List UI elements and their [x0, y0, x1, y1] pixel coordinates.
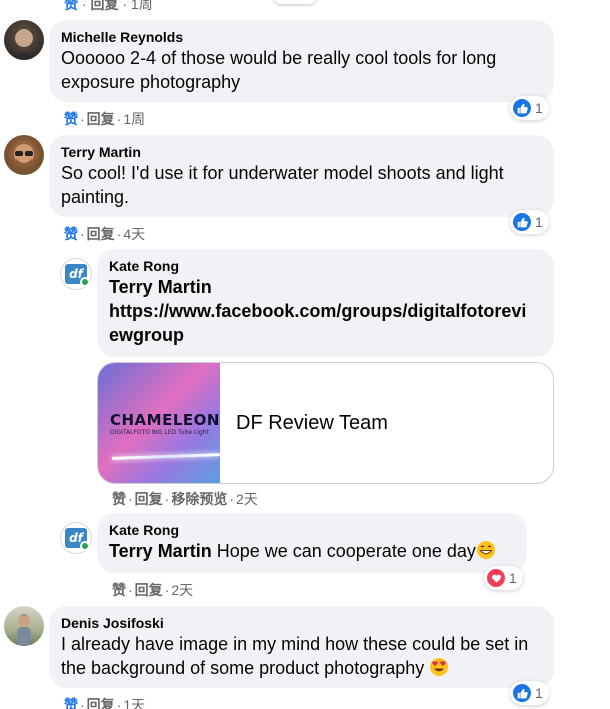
preview-image-subtitle: DIGITALFOTO BIG LED Tube Light [110, 429, 209, 436]
avatar[interactable] [4, 135, 44, 175]
comment-author[interactable]: Denis Josifoski [61, 614, 542, 632]
grinning-emoji-icon [476, 541, 495, 559]
link-preview-title[interactable]: DF Review Team [220, 363, 404, 483]
like-button[interactable]: 赞 [112, 582, 126, 598]
reply-author[interactable]: Kate Rong [109, 521, 515, 539]
heart-eyes-emoji-icon [430, 658, 449, 676]
comment-actions: 赞 · 回复 · 4天 [64, 226, 146, 242]
preview-image-title: CHAMELEON [110, 411, 220, 429]
avatar-photo [14, 144, 34, 166]
like-button[interactable]: 赞 [64, 0, 78, 12]
comment-bubble: Michelle Reynolds Oooooo 2-4 of those wo… [49, 20, 554, 102]
comment-text: So cool! I'd use it for underwater model… [61, 163, 504, 207]
remove-preview-button[interactable]: 移除预览 [171, 491, 227, 507]
reply-button[interactable]: 回复 [87, 697, 115, 709]
timestamp[interactable]: 1天 [123, 697, 145, 709]
reaction-pill[interactable] [274, 0, 316, 4]
avatar-photo [12, 29, 36, 60]
link-preview-card[interactable]: CHAMELEON DIGITALFOTO BIG LED Tube Light… [97, 362, 554, 484]
love-reaction-icon [487, 569, 505, 587]
comment-bubble: Terry Martin So cool! I'd use it for und… [49, 135, 554, 217]
reply-button[interactable]: 回复 [135, 582, 163, 598]
timestamp[interactable]: 4天 [123, 226, 145, 242]
online-status-icon [80, 541, 90, 551]
avatar[interactable] [4, 20, 44, 60]
reply-bubble: Kate Rong Terry Martin https://www.faceb… [97, 249, 554, 357]
timestamp[interactable]: 1周 [123, 111, 145, 127]
reply-actions: 赞 · 回复 · 2天 [112, 582, 194, 598]
reply-text: Terry Martin Hope we can cooperate one d… [109, 539, 515, 563]
comment-actions: 赞 · 回复 · 1天 [64, 695, 145, 709]
reply-button[interactable]: 回复 [135, 491, 163, 507]
mention-link[interactable]: Terry Martin [109, 541, 212, 561]
like-reaction-icon [513, 99, 531, 117]
comment-text: I already have image in my mind how thes… [61, 632, 542, 680]
reply-actions: 赞 · 回复 · 移除预览 · 2天 [112, 491, 258, 507]
reaction-count[interactable]: 1 [510, 681, 549, 705]
reaction-number: 1 [509, 570, 517, 586]
like-button[interactable]: 赞 [112, 491, 126, 507]
comment-message: I already have image in my mind how thes… [61, 634, 529, 678]
reply-button[interactable]: 回复 [87, 111, 115, 127]
mention-link[interactable]: Terry Martin [109, 275, 542, 299]
comment-actions: 赞 · 回复 · 1周 [64, 111, 146, 127]
timestamp[interactable]: 2天 [236, 491, 258, 507]
reply-button[interactable]: 回复 [90, 0, 118, 12]
comment-author[interactable]: Terry Martin [61, 143, 542, 161]
reaction-count[interactable]: 1 [510, 210, 549, 234]
comment-bubble: Denis Josifoski I already have image in … [49, 606, 554, 688]
reaction-count[interactable]: 1 [484, 566, 523, 590]
url-link-line1[interactable]: https://www.facebook.com/groups/digitalf… [109, 299, 542, 323]
avatar-photo [17, 614, 31, 646]
link-preview-image: CHAMELEON DIGITALFOTO BIG LED Tube Light [98, 363, 220, 483]
reply-author[interactable]: Kate Rong [109, 257, 542, 275]
like-button[interactable]: 赞 [64, 226, 78, 242]
timestamp[interactable]: 1周 [131, 0, 153, 12]
reaction-number: 1 [535, 685, 543, 701]
like-reaction-icon [513, 684, 531, 702]
led-tube-graphic [111, 453, 220, 460]
like-button[interactable]: 赞 [64, 111, 78, 127]
comment-author[interactable]: Michelle Reynolds [61, 28, 542, 46]
reply-bubble: Kate Rong Terry Martin Hope we can coope… [97, 513, 527, 573]
online-status-icon [80, 277, 90, 287]
url-link-line2[interactable]: ewgroup [109, 323, 542, 347]
reaction-number: 1 [535, 100, 543, 116]
reaction-count[interactable]: 1 [510, 96, 549, 120]
comment-text: Oooooo 2-4 of those would be really cool… [61, 48, 497, 92]
reply-button[interactable]: 回复 [87, 226, 115, 242]
avatar[interactable] [4, 606, 44, 646]
prev-comment-actions: 赞 · 回复 · 1周 [64, 0, 153, 14]
like-button[interactable]: 赞 [64, 697, 78, 709]
like-reaction-icon [513, 213, 531, 231]
timestamp[interactable]: 2天 [171, 582, 193, 598]
reaction-number: 1 [535, 214, 543, 230]
reply-message: Hope we can cooperate one day [211, 541, 476, 561]
